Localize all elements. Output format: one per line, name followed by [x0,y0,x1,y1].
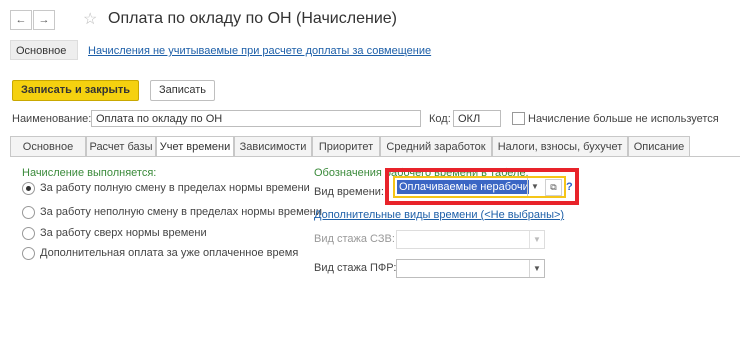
pfr-label: Вид стажа ПФР: [314,262,397,274]
chevron-down-icon[interactable]: ▼ [529,260,544,277]
back-button[interactable]: ← [10,10,32,30]
chevron-down-icon: ▼ [529,231,544,248]
name-label: Наименование: [12,113,92,125]
name-field[interactable]: Оплата по окладу по ОН [91,110,421,127]
radio-part-shift[interactable] [22,206,35,219]
time-type-value: Оплачиваемые нерабочие [397,180,529,194]
radio-full-shift[interactable] [22,182,35,195]
unused-label: Начисление больше не используется [528,113,719,125]
code-label: Код: [429,113,451,125]
tab-description[interactable]: Описание [628,136,690,156]
unused-checkbox[interactable] [512,112,525,125]
save-button[interactable]: Записать [150,80,216,101]
szv-combo: ▼ [396,230,545,249]
tab-dependencies[interactable]: Зависимости [234,136,312,156]
radio-additional-pay[interactable] [22,247,35,260]
section-link-combination[interactable]: Начисления не учитываемые при расчете до… [88,45,431,57]
option-part-shift-label: За работу неполную смену в пределах норм… [40,206,323,218]
forward-button[interactable]: → [33,10,55,30]
szv-label: Вид стажа СЗВ: [314,233,395,245]
tab-priority[interactable]: Приоритет [312,136,380,156]
option-overtime-label: За работу сверх нормы времени [40,227,207,239]
tab-average-earnings[interactable]: Средний заработок [380,136,492,156]
save-and-close-button[interactable]: Записать и закрыть [12,80,140,101]
time-type-label: Вид времени: [314,186,384,198]
tab-base[interactable]: Расчет базы [86,136,156,156]
performed-title: Начисление выполняется: [22,167,157,179]
help-icon[interactable]: ? [566,181,573,193]
open-icon[interactable]: ⧉ [545,179,562,196]
star-icon[interactable]: ☆ [83,9,97,29]
additional-time-link[interactable]: Дополнительные виды времени (<Не выбраны… [314,209,564,221]
pfr-combo[interactable]: ▼ [396,259,545,278]
option-additional-pay-label: Дополнительная оплата за уже оплаченное … [40,247,299,259]
radio-overtime[interactable] [22,227,35,240]
section-main[interactable]: Основное [16,45,66,57]
time-type-combo[interactable]: Оплачиваемые нерабочие ▼ [396,178,542,196]
option-full-shift-label: За работу полную смену в пределах нормы … [40,182,310,194]
tab-taxes[interactable]: Налоги, взносы, бухучет [492,136,628,156]
tab-time[interactable]: Учет времени [156,136,234,157]
code-field[interactable]: ОКЛ [453,110,501,127]
tab-main[interactable]: Основное [10,136,86,156]
chevron-down-icon[interactable]: ▼ [527,178,542,196]
page-title: Оплата по окладу по ОН (Начисление) [108,10,397,27]
